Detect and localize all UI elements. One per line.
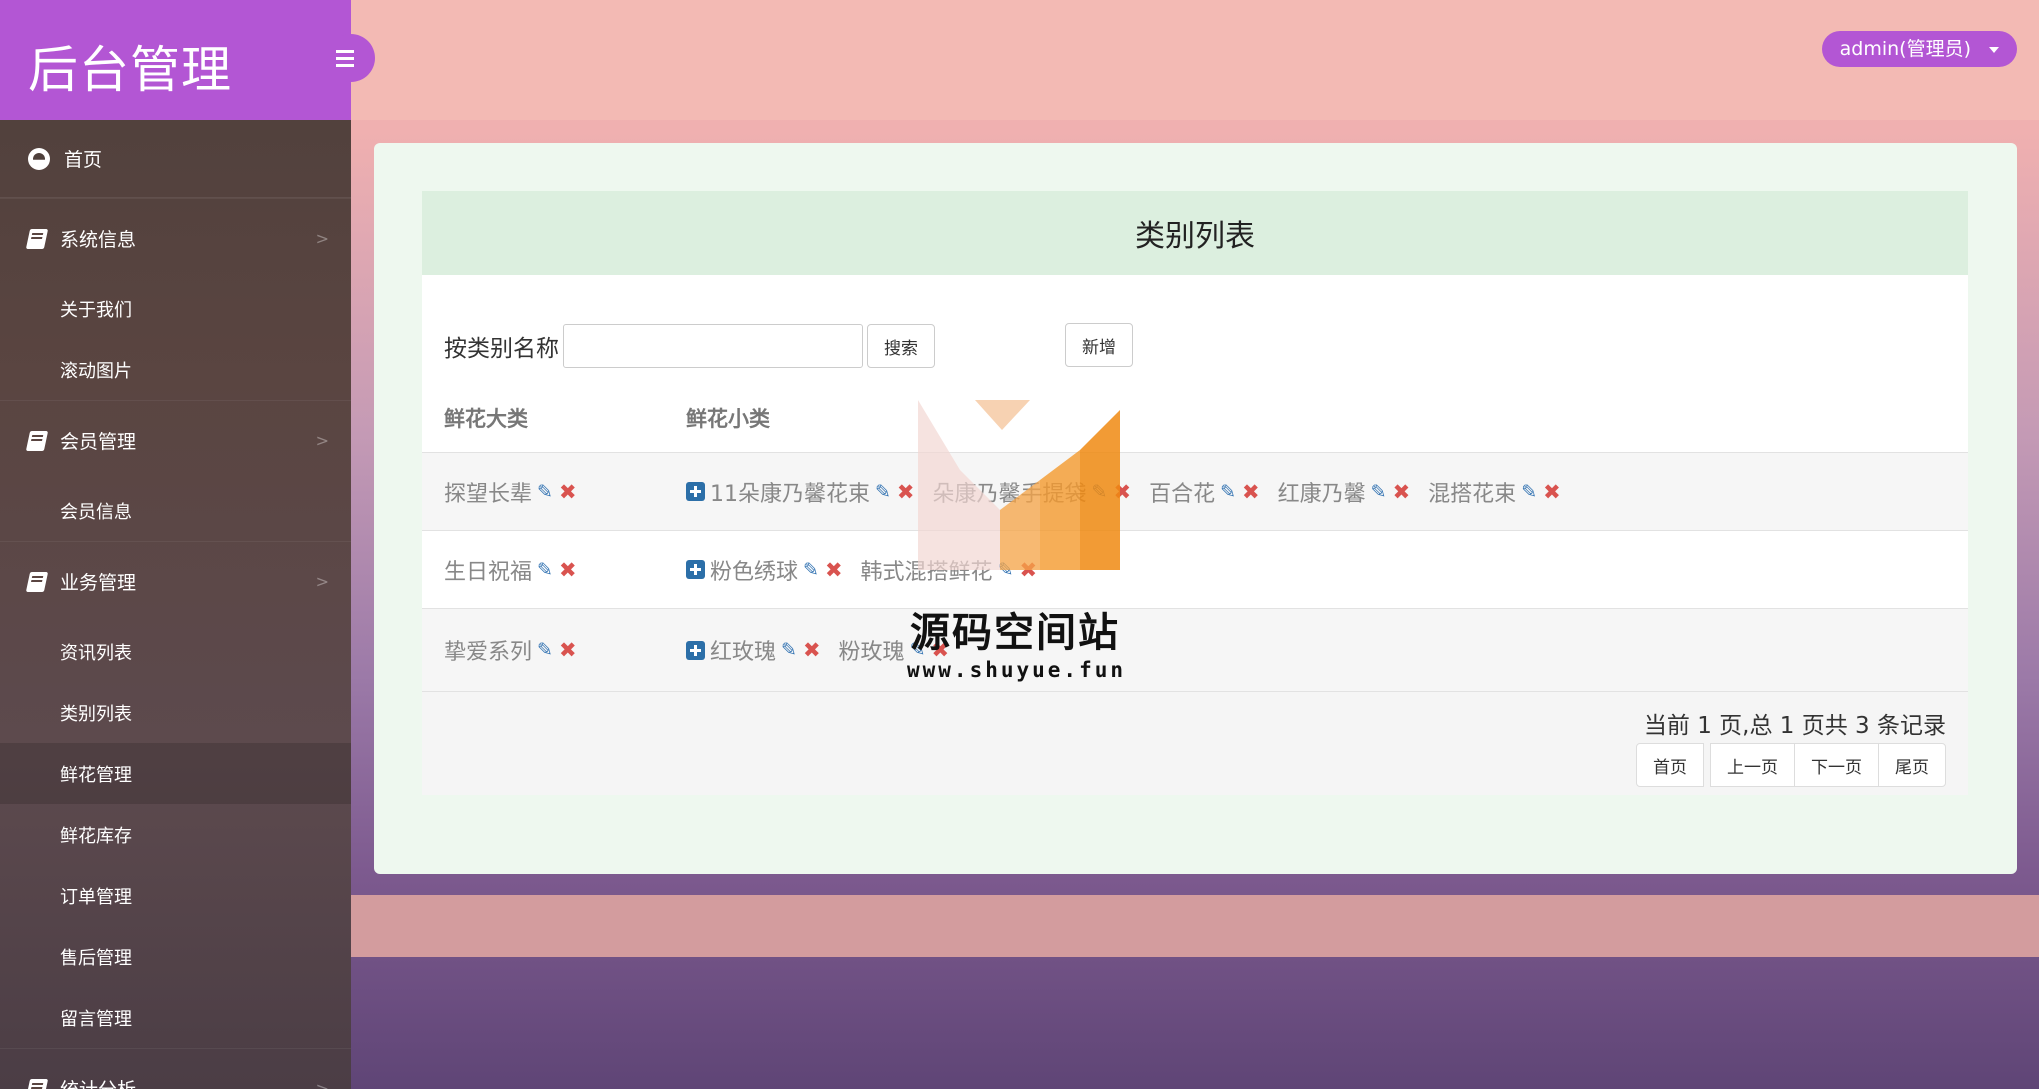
sidebar-item-home[interactable]: 首页	[0, 120, 351, 198]
main-category-cell: 生日祝福 ✎ ✖	[444, 554, 577, 586]
sub-category-name: 混搭花束	[1428, 481, 1517, 507]
chevron-right-icon: >	[315, 572, 329, 591]
sidebar: 后台管理 首页 系统信息 > 关于我们 滚动图片 会员管理 > 会员信息 业务管…	[0, 0, 351, 1089]
sidebar-group-members[interactable]: 会员管理 >	[0, 400, 351, 480]
sidebar-group-label: 会员管理	[60, 431, 137, 453]
sidebar-group-stats[interactable]: 统计分析 >	[0, 1048, 351, 1089]
sidebar-item-label: 首页	[64, 149, 103, 171]
sidebar-item-member-info[interactable]: 会员信息	[0, 480, 351, 541]
table-row: 探望长辈 ✎ ✖ 11朵康乃馨花束✎✖ 朵康乃馨手提袋✎✖ 百合花✎✖ 红康乃馨…	[422, 452, 1968, 530]
brand-header: 后台管理	[0, 0, 351, 120]
chevron-right-icon: >	[315, 229, 329, 248]
sidebar-item-flowers[interactable]: 鲜花管理	[0, 743, 351, 804]
sub-category-name: 红康乃馨	[1277, 481, 1366, 507]
edit-icon[interactable]: ✎	[537, 639, 553, 661]
table-row: 挚爱系列 ✎ ✖ 红玫瑰 ✎ ✖ 粉玫瑰 ✎ ✖	[422, 608, 1968, 691]
edit-icon[interactable]: ✎	[875, 481, 891, 503]
delete-icon[interactable]: ✖	[1393, 480, 1411, 504]
page-info: 当前 1 页,总 1 页共 3 条记录	[1643, 713, 1946, 739]
delete-icon[interactable]: ✖	[1543, 480, 1561, 504]
delete-icon[interactable]: ✖	[825, 558, 843, 582]
chevron-right-icon: >	[315, 1079, 329, 1089]
main-category-name: 生日祝福	[444, 559, 533, 585]
sidebar-group-label: 系统信息	[60, 229, 137, 251]
app-title: 后台管理	[28, 41, 232, 99]
chevron-right-icon: >	[315, 431, 329, 450]
sidebar-item-stock[interactable]: 鲜花库存	[0, 804, 351, 865]
sidebar-toggle-button[interactable]	[327, 34, 375, 82]
main-category-cell: 挚爱系列 ✎ ✖	[444, 634, 577, 666]
sidebar-item-categories[interactable]: 类别列表	[0, 682, 351, 743]
search-button[interactable]: 搜索	[867, 324, 935, 368]
sidebar-item-news[interactable]: 资讯列表	[0, 621, 351, 682]
main-category-name: 挚爱系列	[444, 640, 533, 665]
prev-page-button[interactable]: 上一页	[1710, 743, 1795, 787]
delete-icon[interactable]: ✖	[1242, 480, 1260, 504]
edit-icon[interactable]: ✎	[1371, 481, 1387, 503]
user-label: admin(管理员)	[1839, 38, 1971, 60]
sidebar-item-carousel[interactable]: 滚动图片	[0, 339, 351, 400]
category-panel: 类别列表 按类别名称 搜索 新增 鲜花大类 鲜花小类 探望长辈 ✎ ✖ 11朵康…	[422, 191, 1968, 795]
edit-icon[interactable]: ✎	[803, 559, 819, 581]
delete-icon[interactable]: ✖	[559, 480, 577, 504]
sidebar-group-business[interactable]: 业务管理 >	[0, 541, 351, 621]
sidebar-item-orders[interactable]: 订单管理	[0, 865, 351, 926]
delete-icon[interactable]: ✖	[803, 638, 821, 662]
watermark-name: 源码空间站	[910, 610, 1120, 656]
add-sub-icon[interactable]	[686, 482, 705, 501]
book-icon	[25, 1078, 49, 1089]
caret-down-icon	[1989, 47, 1999, 53]
book-icon	[25, 430, 49, 451]
edit-icon[interactable]: ✎	[537, 559, 553, 581]
column-header-sub: 鲜花小类	[686, 407, 770, 431]
edit-icon[interactable]: ✎	[781, 639, 797, 661]
first-page-button[interactable]: 首页	[1636, 743, 1704, 787]
column-header-main: 鲜花大类	[444, 407, 528, 431]
sidebar-group-system[interactable]: 系统信息 >	[0, 198, 351, 278]
edit-icon[interactable]: ✎	[1220, 481, 1236, 503]
search-label: 按类别名称	[444, 336, 559, 362]
sidebar-group-label: 统计分析	[60, 1075, 136, 1089]
add-button[interactable]: 新增	[1065, 323, 1133, 367]
user-menu-button[interactable]: admin(管理员)	[1821, 31, 2017, 67]
watermark-url: www.shuyue.fun	[907, 658, 1127, 682]
sub-category-item: 红康乃馨 ✎ ✖	[1278, 476, 1411, 508]
sub-category-name: 粉玫瑰	[838, 640, 905, 665]
add-sub-icon[interactable]	[686, 560, 705, 579]
edit-icon[interactable]: ✎	[1521, 481, 1537, 503]
sidebar-item-messages[interactable]: 留言管理	[0, 987, 351, 1048]
sidebar-item-about[interactable]: 关于我们	[0, 278, 351, 339]
add-sub-icon[interactable]	[686, 640, 705, 660]
sidebar-group-label: 业务管理	[60, 572, 137, 594]
dashboard-icon	[28, 147, 50, 170]
sub-category-name: 红玫瑰	[710, 640, 777, 665]
last-page-button[interactable]: 尾页	[1878, 743, 1946, 787]
sub-category-item: 混搭花束 ✎ ✖	[1428, 476, 1561, 508]
search-input[interactable]	[563, 324, 863, 368]
sub-category-item: 11朵康乃馨花束 ✎ ✖	[710, 476, 915, 508]
sub-category-item: 百合花 ✎ ✖	[1149, 476, 1260, 508]
sub-category-name: 11朵康乃馨花束	[710, 481, 870, 507]
main-category-name: 探望长辈	[444, 481, 533, 507]
content-card: 类别列表 按类别名称 搜索 新增 鲜花大类 鲜花小类 探望长辈 ✎ ✖ 11朵康…	[374, 143, 2017, 874]
background-strip	[351, 895, 2039, 957]
page-title: 类别列表	[422, 191, 1968, 275]
book-icon	[25, 571, 49, 592]
search-bar: 按类别名称 搜索	[444, 323, 935, 369]
sidebar-item-aftersale[interactable]: 售后管理	[0, 926, 351, 987]
delete-icon[interactable]: ✖	[559, 638, 577, 662]
delete-icon[interactable]: ✖	[559, 558, 577, 582]
sub-category-item: 粉色绣球 ✎ ✖	[710, 554, 843, 586]
table-row: 生日祝福 ✎ ✖ 粉色绣球✎✖ 韩式混搭鲜花✎✖	[422, 530, 1968, 608]
pagination: 首页 上一页 下一页 尾页	[1636, 743, 1946, 787]
sub-category-item: 红玫瑰 ✎ ✖	[710, 634, 821, 666]
next-page-button[interactable]: 下一页	[1794, 743, 1879, 787]
book-icon	[25, 228, 49, 249]
sub-category-name: 粉色绣球	[710, 559, 799, 585]
edit-icon[interactable]: ✎	[537, 481, 553, 503]
top-bar: admin(管理员)	[351, 0, 2039, 120]
main-category-cell: 探望长辈 ✎ ✖	[444, 476, 577, 508]
menu-icon	[336, 48, 354, 69]
table-footer: 当前 1 页,总 1 页共 3 条记录 首页 上一页 下一页 尾页	[422, 691, 1968, 795]
